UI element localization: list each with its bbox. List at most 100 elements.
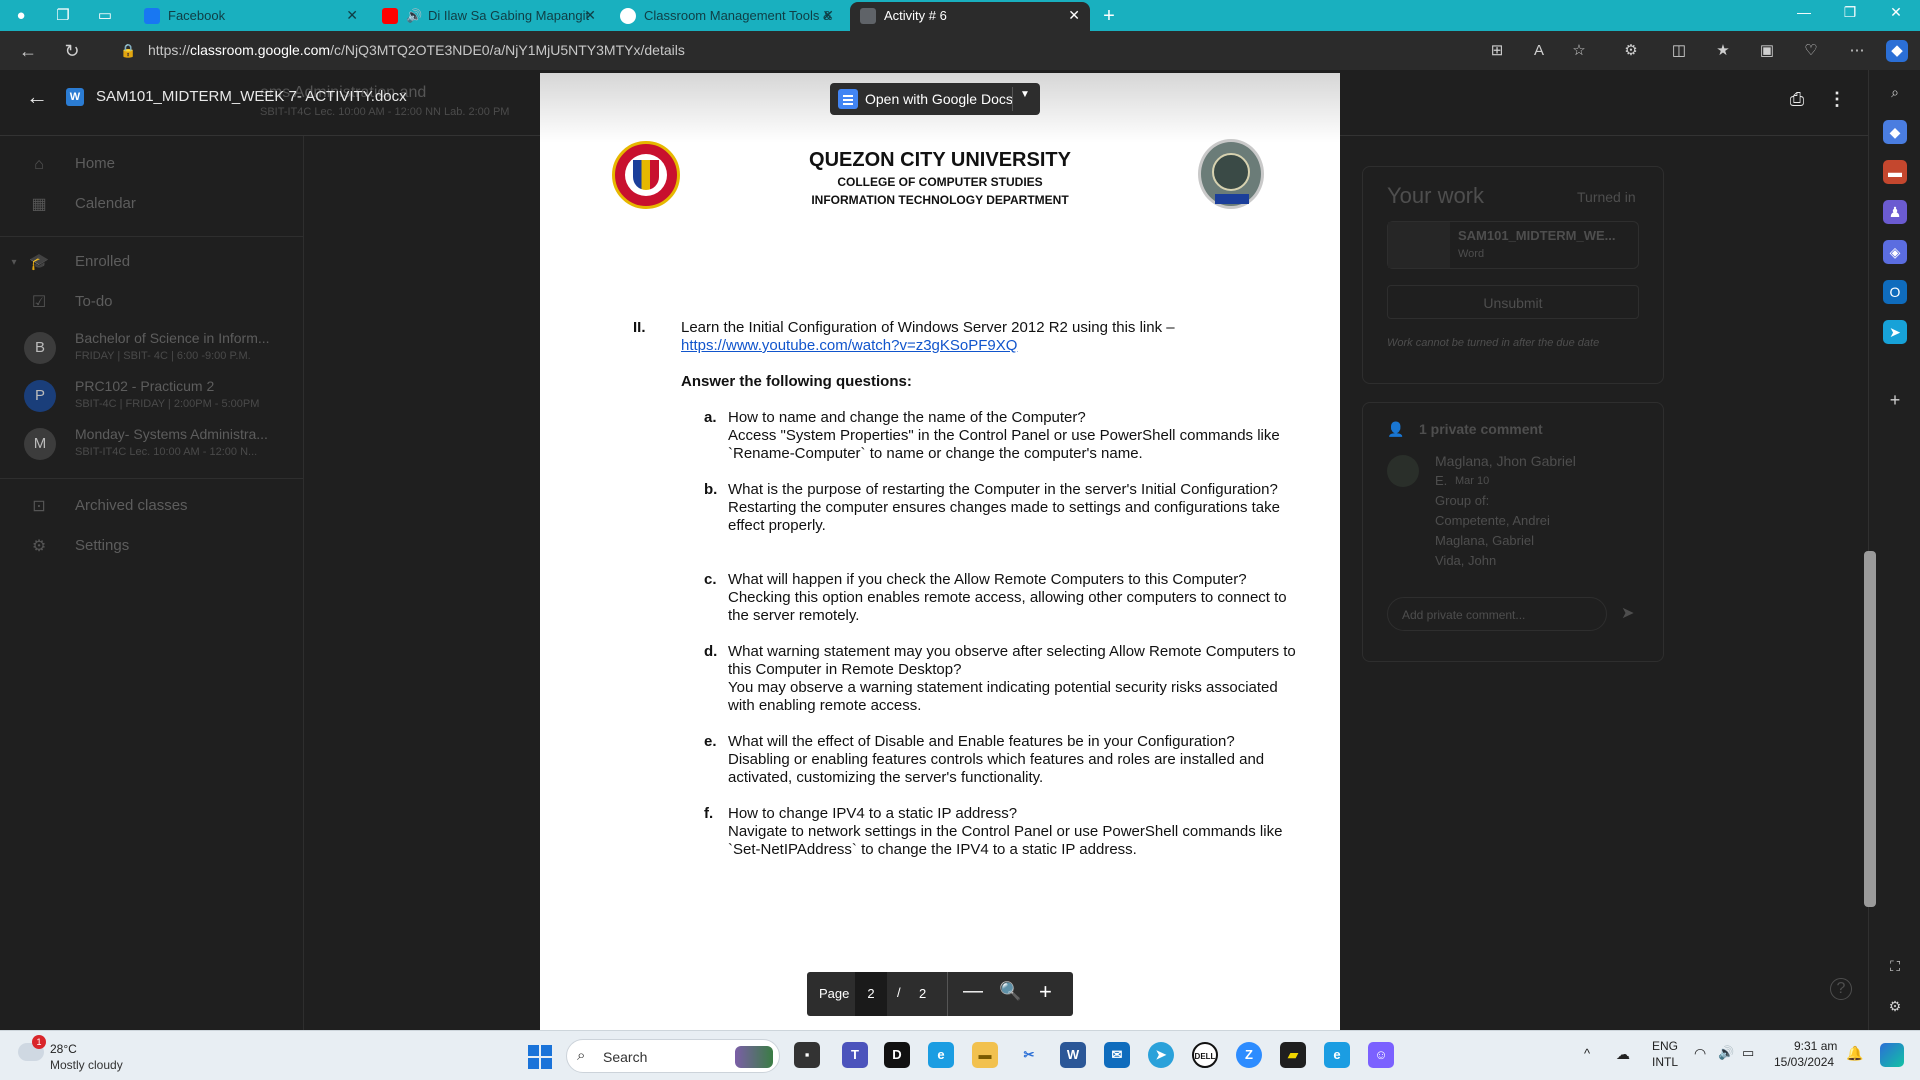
class-schedule: FRIDAY | SBIT- 4C | 6:00 -9:00 P.M. (75, 350, 251, 362)
copilot-taskbar-icon[interactable] (1880, 1043, 1904, 1067)
edge-icon[interactable]: e (928, 1042, 954, 1068)
new-tab-icon[interactable]: + (1098, 5, 1120, 27)
browser-tab-strip: ● ❐ ▭ Facebook ✕ 🔊 Di Ilaw Sa Gabing Map… (0, 0, 1920, 31)
class-item[interactable]: M Monday- Systems Administra... SBIT-IT4… (0, 420, 300, 468)
help-icon[interactable]: ? (1830, 978, 1852, 1000)
onedrive-icon[interactable]: ☁ (1616, 1046, 1630, 1063)
bell-icon[interactable]: 🔔 (1846, 1045, 1863, 1062)
sidebar-item-calendar[interactable]: ▦ Calendar (0, 184, 300, 224)
search-icon[interactable]: ⌕ (1883, 80, 1907, 104)
sidebar-item-home[interactable]: ⌂ Home (0, 144, 300, 184)
scrollbar-thumb[interactable] (1864, 551, 1876, 907)
taskbar-search[interactable]: ⌕ Search (566, 1039, 780, 1073)
outlook-icon[interactable]: O (1883, 280, 1907, 304)
wifi-icon[interactable]: ◠ (1694, 1045, 1706, 1062)
volume-icon[interactable]: 🔊 (1718, 1045, 1734, 1061)
task-view-icon[interactable]: ▪ (794, 1042, 820, 1068)
chevron-down-icon: ▾ (11, 257, 17, 268)
browser-essentials-icon[interactable]: ♡ (1800, 40, 1822, 62)
zoom-in-icon[interactable]: + (1039, 979, 1052, 1005)
section-instruction: Learn the Initial Configuration of Windo… (681, 319, 1175, 336)
language-top[interactable]: ENG (1652, 1039, 1678, 1053)
settings-more-icon[interactable]: ⋯ (1846, 40, 1868, 62)
close-tab-icon[interactable]: ✕ (1068, 2, 1080, 29)
close-tab-icon[interactable]: ✕ (584, 2, 596, 29)
profile-avatar-icon[interactable]: ● (10, 5, 32, 27)
add-icon[interactable]: + (1883, 388, 1907, 412)
battery-icon[interactable]: ▭ (1742, 1045, 1754, 1061)
url-field[interactable]: 🔒 https://classroom.google.com/c/NjQ3MTQ… (110, 36, 1440, 65)
class-item[interactable]: P PRC102 - Practicum 2 SBIT-4C | FRIDAY … (0, 372, 300, 420)
tab-youtube[interactable]: 🔊 Di Ilaw Sa Gabing Mapangit ✕ (372, 2, 606, 31)
sidebar-item-todo[interactable]: ☑ To-do (0, 282, 300, 322)
favorites-icon[interactable]: ★ (1712, 40, 1734, 62)
sticky-notes-icon[interactable]: ▰ (1280, 1042, 1306, 1068)
drop-icon[interactable]: ➤ (1883, 320, 1907, 344)
telegram-icon[interactable]: ➤ (1148, 1042, 1174, 1068)
close-viewer-arrow-icon[interactable]: ← (26, 84, 48, 110)
open-with-google-docs-button[interactable]: Open with Google Docs ▼ (830, 83, 1040, 115)
collections-icon[interactable]: ▣ (1756, 40, 1778, 62)
youtube-link[interactable]: https://www.youtube.com/watch?v=z3gKSoPF… (681, 337, 1017, 355)
tools-icon[interactable]: ▬ (1883, 160, 1907, 184)
windows-start-icon[interactable] (528, 1045, 552, 1069)
file-explorer-icon[interactable]: ▬ (972, 1042, 998, 1068)
snipping-tool-icon[interactable]: ✂ (1016, 1042, 1042, 1068)
teams-icon[interactable]: T (842, 1042, 868, 1068)
sidebar-item-settings[interactable]: ⚙ Settings (0, 526, 300, 566)
zoom-magnifier-icon[interactable]: 🔍 (999, 981, 1021, 1002)
tab-actions-icon[interactable]: ▭ (94, 5, 116, 27)
close-tab-icon[interactable]: ✕ (822, 2, 834, 29)
favorite-star-icon[interactable]: ☆ (1568, 40, 1590, 62)
close-tab-icon[interactable]: ✕ (346, 2, 358, 29)
url-host: classroom.google.com (190, 42, 331, 58)
google-docs-icon (838, 89, 858, 109)
edge-active-icon[interactable]: e (1324, 1042, 1350, 1068)
split-screen-icon[interactable]: ◫ (1668, 40, 1690, 62)
more-options-icon[interactable]: ⋮ (1822, 84, 1852, 114)
screenshot-icon[interactable]: ⛶ (1883, 954, 1907, 978)
chevron-down-icon[interactable]: ▼ (1020, 89, 1030, 100)
weather-widget[interactable]: 1 28°C Mostly cloudy (18, 1035, 138, 1075)
total-pages: 2 (919, 986, 927, 1001)
current-page-input[interactable]: 2 (855, 972, 887, 1016)
copilot-icon[interactable]: ◆ (1886, 40, 1908, 62)
tab-google[interactable]: Classroom Management Tools & ✕ (610, 2, 844, 31)
sidebar-item-enrolled[interactable]: ▾ 🎓 Enrolled (0, 242, 300, 282)
print-icon[interactable]: ⎙ (1782, 84, 1812, 114)
speaker-icon[interactable]: 🔊 (406, 2, 422, 29)
sidebar-item-archived[interactable]: ⊡ Archived classes (0, 486, 300, 526)
unsubmit-button[interactable]: Unsubmit (1387, 285, 1639, 319)
clock-date[interactable]: 15/03/2024 (1774, 1055, 1834, 1069)
attachment-card[interactable]: SAM101_MIDTERM_WE... Word (1387, 221, 1639, 269)
back-icon[interactable]: ← (16, 39, 40, 63)
class-item[interactable]: B Bachelor of Science in Inform... FRIDA… (0, 324, 300, 372)
read-aloud-icon[interactable]: A (1528, 40, 1550, 62)
send-icon[interactable]: ➤ (1621, 603, 1634, 623)
minimize-icon[interactable]: — (1784, 4, 1824, 20)
discord-icon[interactable]: ☺ (1368, 1042, 1394, 1068)
zoom-out-icon[interactable]: — (963, 980, 983, 1003)
restore-icon[interactable]: ❐ (1830, 4, 1870, 21)
word-icon[interactable]: W (1060, 1042, 1086, 1068)
dell-icon[interactable]: DELL (1192, 1042, 1218, 1068)
zoom-icon[interactable]: Z (1236, 1042, 1262, 1068)
app-install-icon[interactable]: ⊞ (1486, 40, 1508, 62)
extensions-icon[interactable]: ⚙ (1620, 40, 1642, 62)
shopping-icon[interactable]: ◆ (1883, 120, 1907, 144)
question-letter: f. (704, 805, 714, 822)
clock-time[interactable]: 9:31 am (1794, 1039, 1837, 1053)
gear-icon[interactable]: ⚙ (1883, 994, 1907, 1018)
close-window-icon[interactable]: ✕ (1876, 4, 1916, 21)
mail-icon[interactable]: ✉ (1104, 1042, 1130, 1068)
microsoft365-icon[interactable]: ◈ (1883, 240, 1907, 264)
workspaces-icon[interactable]: ❐ (52, 5, 74, 27)
dictionary-app-icon[interactable]: D (884, 1042, 910, 1068)
games-icon[interactable]: ♟ (1883, 200, 1907, 224)
private-comment-input[interactable]: Add private comment... (1387, 597, 1607, 631)
chevron-up-icon[interactable]: ^ (1584, 1046, 1590, 1061)
language-bottom[interactable]: INTL (1652, 1055, 1678, 1069)
refresh-icon[interactable]: ↻ (60, 39, 84, 63)
tab-facebook[interactable]: Facebook ✕ (134, 2, 368, 31)
tab-activity[interactable]: Activity # 6 ✕ (850, 2, 1090, 31)
